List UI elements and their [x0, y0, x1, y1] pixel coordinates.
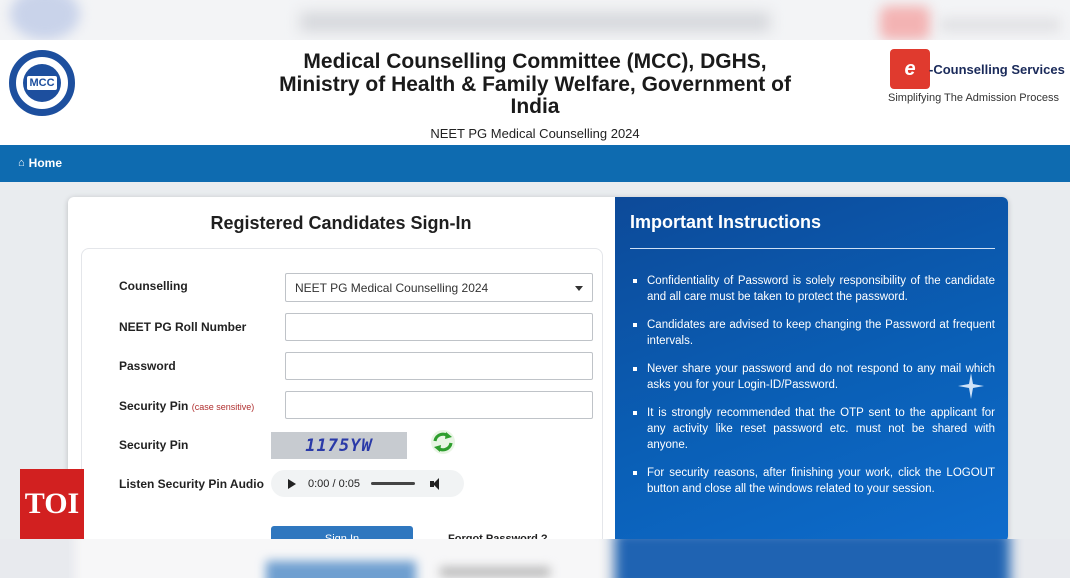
mcc-logo: MCC: [9, 50, 75, 116]
partner-tagline: Simplifying The Admission Process: [888, 92, 1059, 104]
security-pin-label-text: Security Pin: [119, 399, 189, 413]
watermark-text: TOI: [24, 487, 80, 520]
blurred-bottom-strip: [0, 539, 1070, 578]
e-counselling-logo: e: [890, 49, 930, 89]
site-header: MCC Medical Counselling Committee (MCC),…: [0, 40, 1070, 145]
instructions-title: Important Instructions: [630, 212, 822, 232]
blurred-top-strip: [0, 0, 1070, 40]
home-icon: ⌂: [18, 157, 25, 169]
password-label: Password: [119, 359, 176, 373]
blurred-partner-logo: [880, 6, 930, 40]
nav-home-label: Home: [28, 156, 62, 170]
instruction-item: Candidates are advised to keep changing …: [632, 317, 995, 349]
password-input[interactable]: [285, 352, 593, 380]
logo-text: MCC: [27, 76, 57, 90]
blurred-logo: [10, 0, 80, 40]
volume-icon[interactable]: [430, 477, 444, 490]
signin-title: Registered Candidates Sign-In: [210, 213, 472, 233]
page-title: Medical Counselling Committee (MCC), DGH…: [279, 50, 791, 118]
audio-label: Listen Security Pin Audio: [119, 477, 264, 491]
signin-form: Counselling NEET PG Medical Counselling …: [81, 248, 603, 542]
play-icon[interactable]: [288, 478, 296, 489]
instructions-divider: [630, 248, 995, 249]
roll-number-label: NEET PG Roll Number: [119, 320, 247, 334]
captcha-image: 1175YW: [271, 432, 407, 459]
partner-name: -Counselling Services: [929, 62, 1065, 77]
instruction-item: Confidentiality of Password is solely re…: [632, 273, 995, 305]
login-card: Registered Candidates Sign-In Counsellin…: [68, 197, 1008, 542]
instruction-item: Never share your password and do not res…: [632, 361, 995, 393]
blurred-partner-name: [940, 18, 1060, 32]
blurred-title: [300, 12, 770, 32]
audio-time: 0:00 / 0:05: [308, 477, 360, 490]
instructions-panel: Important Instructions Confidentiality o…: [615, 197, 1008, 542]
captcha-audio-player: 0:00 / 0:05: [271, 470, 464, 497]
instruction-item: It is strongly recommended that the OTP …: [632, 405, 995, 453]
counselling-select-value: NEET PG Medical Counselling 2024: [295, 281, 489, 295]
security-pin-input-label: Security Pin (case sensitive): [119, 399, 254, 413]
instruction-item: For security reasons, after finishing yo…: [632, 465, 995, 497]
roll-number-input[interactable]: [285, 313, 593, 341]
nav-home-link[interactable]: ⌂ Home: [18, 156, 62, 170]
security-pin-image-label: Security Pin: [119, 438, 189, 452]
refresh-captcha-icon[interactable]: [430, 429, 456, 455]
nav-bar: ⌂ Home: [0, 145, 1070, 182]
audio-progress-bar[interactable]: [371, 482, 415, 485]
counselling-label: Counselling: [119, 279, 188, 293]
chevron-down-icon: [575, 286, 583, 291]
page-subtitle: NEET PG Medical Counselling 2024: [430, 126, 640, 141]
sparkle-icon: [958, 373, 984, 399]
instructions-list: Confidentiality of Password is solely re…: [632, 273, 995, 509]
blurred-link: [440, 567, 550, 577]
partner-logo-text: e: [904, 57, 916, 80]
toi-watermark: TOI: [20, 469, 84, 539]
case-sensitive-note: (case sensitive): [191, 402, 255, 412]
counselling-select[interactable]: NEET PG Medical Counselling 2024: [285, 273, 593, 302]
blurred-button: [266, 561, 416, 578]
logo-core: MCC: [23, 64, 61, 102]
blurred-panel: [615, 539, 1010, 578]
security-pin-input[interactable]: [285, 391, 593, 419]
